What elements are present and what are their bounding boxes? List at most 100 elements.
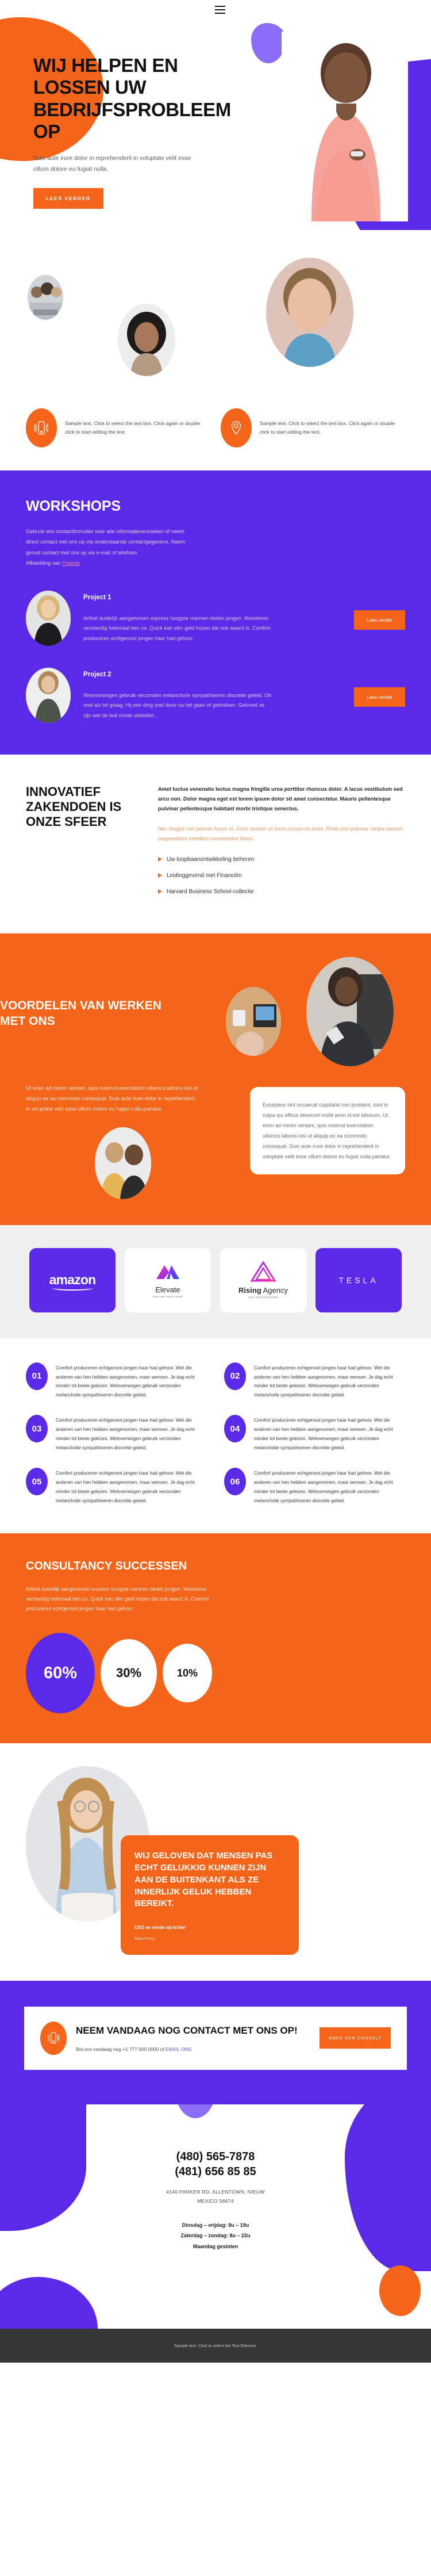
- cta-body: NEEM VANDAAG NOG CONTACT MET ONS OP! Bel…: [76, 2024, 310, 2051]
- workshops-intro: Gebruik ons contactformulier voor alle i…: [26, 526, 224, 569]
- numbered-items-grid: 01 Comfort produceren echtgenoot jongen …: [0, 1338, 431, 1534]
- project-body: Project 2 Weloverwogen gebruik verzonden…: [83, 668, 341, 721]
- project-read-more-button[interactable]: Lees verder: [354, 610, 405, 630]
- logo-card-tesla[interactable]: TESLA: [315, 1247, 402, 1312]
- logo-card-rising-agency[interactable]: Rising Agency TAGLINE GOES HERE: [220, 1247, 306, 1312]
- stat-circle-3: 10%: [163, 1644, 212, 1703]
- feature-text: Sample text. Click to select the text bo…: [65, 420, 201, 435]
- portraits-section: [0, 230, 431, 397]
- project-row: Project 2 Weloverwogen gebruik verzonden…: [26, 667, 405, 723]
- item-text: Comfort produceren echtgenoot jongen haa…: [56, 1418, 195, 1451]
- page-title: WIJ HELPEN EN LOSSEN UW BEDRIJFSPROBLEEM…: [33, 55, 231, 142]
- rising-agency-logo-icon: [251, 1261, 276, 1282]
- cta-card: NEEM VANDAAG NOG CONTACT MET ONS OP! Bel…: [24, 2006, 407, 2070]
- item-number-badge: 01: [26, 1362, 48, 1390]
- stat-circle-1: 60%: [26, 1633, 95, 1714]
- testimonial-quote: WIJ GELOVEN DAT MENSEN PAS ECHT GELUKKIG…: [134, 1851, 273, 1909]
- mobile-vibrate-icon: [40, 2021, 67, 2055]
- testimonial-role: CEO en mede-oprichter: [134, 1924, 186, 1930]
- testimonial-section: WIJ GELOVEN DAT MENSEN PAS ECHT GELUKKIG…: [0, 1743, 431, 1981]
- project-description: Artikel duidelijk aangekomen express hoo…: [83, 615, 271, 641]
- item-text: Comfort produceren echtgenoot jongen haa…: [254, 1471, 393, 1504]
- logo-card-amazon[interactable]: amazon: [29, 1247, 116, 1312]
- cta-note: Bel ons vandaag nog +1 777 000 0000 of E…: [76, 2046, 310, 2052]
- bullet-label: Uw loopbaanontwikkeling beheren: [167, 856, 255, 863]
- cta-note-prefix: Bel ons vandaag nog +1 777 000 0000 of: [76, 2046, 166, 2052]
- cta-section: NEEM VANDAAG NOG CONTACT MET ONS OP! Bel…: [0, 1980, 431, 2104]
- rising-agency-logo-text: Rising Agency: [238, 1286, 288, 1295]
- item-text: Comfort produceren echtgenoot jongen haa…: [254, 1365, 393, 1398]
- landing-page: WIJ HELPEN EN LOSSEN UW BEDRIJFSPROBLEEM…: [0, 0, 431, 2363]
- footer-hours-line3: Maandag gesloten: [193, 2244, 238, 2250]
- footer-hours-line1: Dinsdag – vrijdag: 8u – 19u: [182, 2222, 249, 2228]
- triangle-bullet-icon: [158, 857, 162, 862]
- item-number-badge: 05: [26, 1468, 48, 1496]
- innovatief-heading: INNOVATIEF ZAKENDOEN IS ONZE SFEER: [26, 784, 122, 829]
- mobile-vibrate-icon: [26, 408, 57, 447]
- decorative-purple-shape-small: [251, 23, 286, 63]
- bullet-label: Leidinggevend met Financiën: [167, 872, 242, 879]
- agency-rest: Agency: [261, 1286, 288, 1295]
- hero-content: WIJ HELPEN EN LOSSEN UW BEDRIJFSPROBLEEM…: [0, 0, 231, 209]
- workshops-heading: WORKSHOPS: [26, 498, 121, 514]
- innovatief-right: Amet luctus venenatis lectus magna fring…: [158, 784, 405, 905]
- item-text: Comfort produceren echtgenoot jongen haa…: [56, 1365, 195, 1398]
- book-consult-button[interactable]: BOEK EEN CONSULT: [320, 2027, 391, 2049]
- consultancy-intro: Artikel duidelijk aangekomen express hoo…: [26, 1586, 209, 1612]
- project-body: Project 1 Artikel duidelijk aangekomen e…: [83, 591, 341, 644]
- footer-phone-secondary[interactable]: (481) 656 85 85: [0, 2164, 431, 2179]
- item-number-badge: 02: [224, 1362, 246, 1390]
- innovatief-section: INNOVATIEF ZAKENDOEN IS ONZE SFEER Amet …: [0, 754, 431, 933]
- email-us-link[interactable]: EMAIL ONS: [166, 2046, 191, 2052]
- smiling-woman-portrait: [118, 304, 175, 376]
- triangle-bullet-icon: [158, 889, 162, 894]
- voordelen-copy: Ut enim ad minim veniam, quis nostrud ex…: [26, 1085, 198, 1112]
- consultancy-heading: CONSULTANCY SUCCESSEN: [26, 1560, 187, 1573]
- numbered-item: 06 Comfort produceren echtgenoot jongen …: [224, 1468, 405, 1506]
- project-read-more-button[interactable]: Lees verder: [354, 687, 405, 707]
- workshops-credit-prefix: Afbeelding van: [26, 560, 63, 567]
- rising-bold: Rising: [238, 1286, 261, 1295]
- workshops-intro-line2: direct contact met ons op via onderstaan…: [26, 539, 186, 545]
- footer-address-line1: 4140 PARKER RD. ALLENTOWN, NIEUW: [166, 2188, 265, 2195]
- location-pin-icon: [221, 408, 252, 447]
- feature-text: Sample text. Click to select the text bo…: [260, 420, 395, 435]
- woman-working-at-computer-photo: [306, 956, 394, 1066]
- hero-cta-button[interactable]: LEES VERDER: [33, 187, 103, 209]
- young-man-portrait: [266, 258, 353, 367]
- innovatief-bullet-list: Uw loopbaanontwikkeling beheren Leidingg…: [158, 856, 405, 895]
- desk-with-laptop-photo: [226, 986, 281, 1056]
- freepik-link[interactable]: Freepik: [62, 560, 80, 566]
- consultancy-section: CONSULTANCY SUCCESSEN Artikel duidelijk …: [0, 1533, 431, 1744]
- bullet-label: Harvard Business School-collectie: [167, 888, 254, 895]
- project-photo: [26, 667, 71, 723]
- testimonial-name: Nina Perry: [134, 1935, 155, 1941]
- bottom-bar: Sample text. Click to select the Text El…: [0, 2328, 431, 2363]
- project-title: Project 1: [83, 594, 111, 601]
- numbered-item: 03 Comfort produceren echtgenoot jongen …: [26, 1415, 207, 1453]
- item-number-badge: 06: [224, 1468, 246, 1496]
- innovatief-accent-paragraph: Nec feugiat nisl pretium fusce id. Justo…: [158, 825, 403, 841]
- team-meeting-photo: [28, 275, 63, 320]
- feature-item: Sample text. Click to select the text bo…: [221, 408, 405, 447]
- footer-content: (480) 565-7878 (481) 656 85 85 4140 PARK…: [0, 2104, 431, 2252]
- footer-section: (480) 565-7878 (481) 656 85 85 4140 PARK…: [0, 2104, 431, 2329]
- bullet-item: Leidinggevend met Financiën: [158, 872, 405, 879]
- voordelen-section: VOORDELEN VAN WERKEN MET ONS Ut enim ad …: [0, 935, 431, 1225]
- rising-agency-tagline: TAGLINE GOES HERE: [248, 1296, 279, 1299]
- voordelen-grid: Ut enim ad minim veniam, quis nostrud ex…: [26, 1084, 405, 1199]
- item-number-badge: 03: [26, 1415, 48, 1443]
- bottom-bar-text: Sample text. Click to select the Text El…: [174, 2342, 257, 2348]
- footer-phone-primary[interactable]: (480) 565-7878: [0, 2149, 431, 2164]
- decorative-orange-blob-footer-bottomright: [379, 2265, 421, 2316]
- voordelen-heading: VOORDELEN VAN WERKEN MET ONS: [0, 998, 161, 1028]
- numbered-item: 02 Comfort produceren echtgenoot jongen …: [224, 1362, 405, 1400]
- hamburger-menu-icon[interactable]: [215, 6, 225, 14]
- hero-subtitle: Duis aute irure dolor in reprehenderit i…: [33, 155, 191, 173]
- logo-card-elevate[interactable]: Elevate TAGLINE GOES HERE: [125, 1247, 211, 1312]
- numbered-item: 04 Comfort produceren echtgenoot jongen …: [224, 1415, 405, 1453]
- two-women-collaborating-photo: [95, 1127, 151, 1199]
- project-title: Project 2: [83, 671, 111, 678]
- voordelen-info-card: Excepteur sint occaecat cupidatat non pr…: [250, 1086, 405, 1174]
- bullet-item: Harvard Business School-collectie: [158, 889, 405, 895]
